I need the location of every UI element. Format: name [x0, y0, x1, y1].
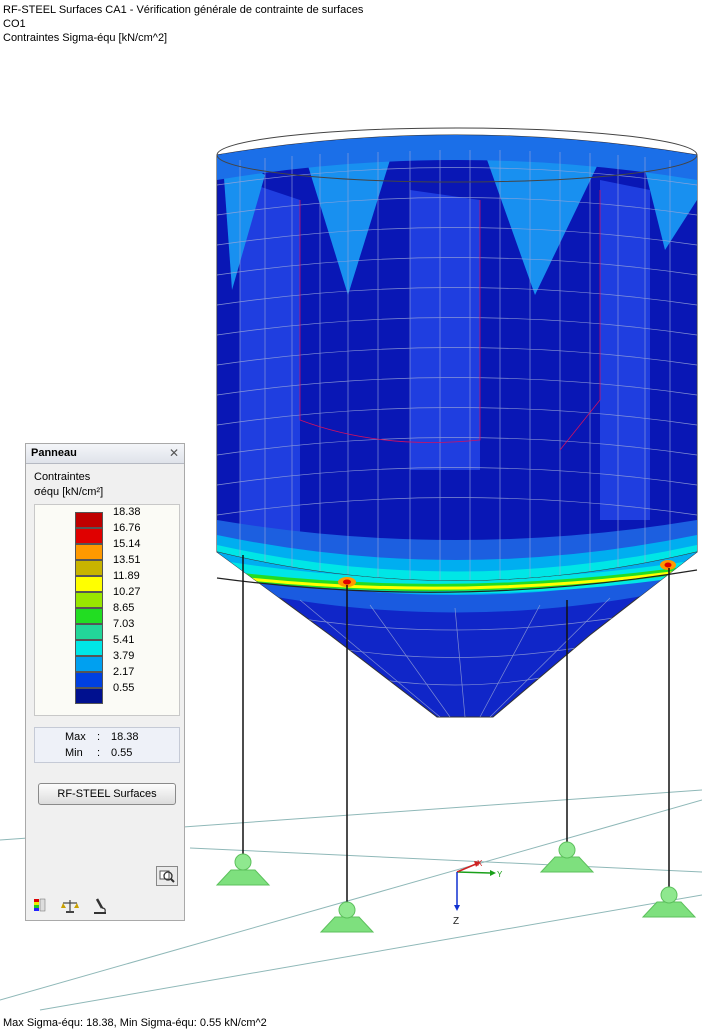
legend-swatch — [75, 656, 103, 672]
support-243[interactable] — [215, 853, 271, 886]
balance-tab-icon[interactable] — [60, 896, 80, 916]
legend-swatch — [75, 512, 103, 528]
header-load-case: CO1 — [3, 18, 26, 30]
legend-swatch — [75, 624, 103, 640]
legend-value: 8.65 — [113, 602, 135, 614]
panel-title: Panneau — [31, 447, 77, 459]
legend-value: 18.38 — [113, 506, 141, 518]
color-legend[interactable]: 18.38 16.76 15.14 13.51 11.89 10.27 8.65 7.03 5.… — [34, 504, 180, 716]
min-max-box: Max : 18.38 Min : 0.55 — [34, 727, 180, 763]
close-icon[interactable]: ✕ — [169, 446, 179, 460]
legend-value: 2.17 — [113, 666, 135, 678]
status-text: Max Sigma-équ: 18.38, Min Sigma-équ: 0.5… — [3, 1017, 267, 1029]
support-567[interactable] — [539, 841, 595, 873]
silo-cylinder — [216, 127, 698, 582]
max-colon: : — [97, 731, 101, 743]
legend-swatch — [75, 560, 103, 576]
zoom-icon[interactable] — [156, 866, 178, 886]
legend-value: 16.76 — [113, 522, 141, 534]
panel-tabs — [30, 896, 180, 916]
axis-y-label: Y — [497, 870, 503, 879]
axis-x-label: X — [477, 859, 483, 868]
microscope-tab-icon[interactable] — [90, 896, 110, 916]
colors-tab-icon[interactable] — [30, 896, 50, 916]
legend-swatch — [75, 576, 103, 592]
rf-steel-surfaces-button[interactable]: RF-STEEL Surfaces — [38, 783, 176, 805]
legend-value: 10.27 — [113, 586, 141, 598]
legend-swatch — [75, 592, 103, 608]
min-colon: : — [97, 747, 101, 759]
legend-value: 13.51 — [113, 554, 141, 566]
max-value: 18.38 — [111, 731, 139, 743]
view-header: RF-STEEL Surfaces CA1 - Vérification gén… — [3, 3, 363, 45]
legend-swatch — [75, 528, 103, 544]
legend-value: 3.79 — [113, 650, 135, 662]
legend-value: 5.41 — [113, 634, 135, 646]
legend-swatch — [75, 544, 103, 560]
panel-titlebar[interactable]: Panneau ✕ — [26, 444, 184, 464]
legend-swatch — [75, 608, 103, 624]
max-label: Max — [65, 731, 86, 743]
unit-label: σéqu [kN/cm²] — [34, 486, 104, 498]
support-669[interactable] — [641, 886, 697, 918]
axis-z-label: Z — [453, 916, 459, 927]
legend-swatch — [75, 640, 103, 656]
header-title: RF-STEEL Surfaces CA1 - Vérification gén… — [3, 4, 364, 16]
control-panel: Panneau ✕ Contraintes σéqu [kN/cm²] 18.3… — [25, 443, 185, 921]
legend-value: 7.03 — [113, 618, 135, 630]
min-label: Min — [65, 747, 83, 759]
legend-value: 15.14 — [113, 538, 141, 550]
legend-value: 0.55 — [113, 682, 135, 694]
header-result-type: Contraintes Sigma-équ [kN/cm^2] — [3, 32, 168, 44]
legend-swatch — [75, 688, 103, 704]
section-label: Contraintes — [34, 471, 91, 483]
min-value: 0.55 — [111, 747, 133, 759]
legend-swatch — [75, 672, 103, 688]
legend-value: 11.89 — [113, 570, 140, 582]
